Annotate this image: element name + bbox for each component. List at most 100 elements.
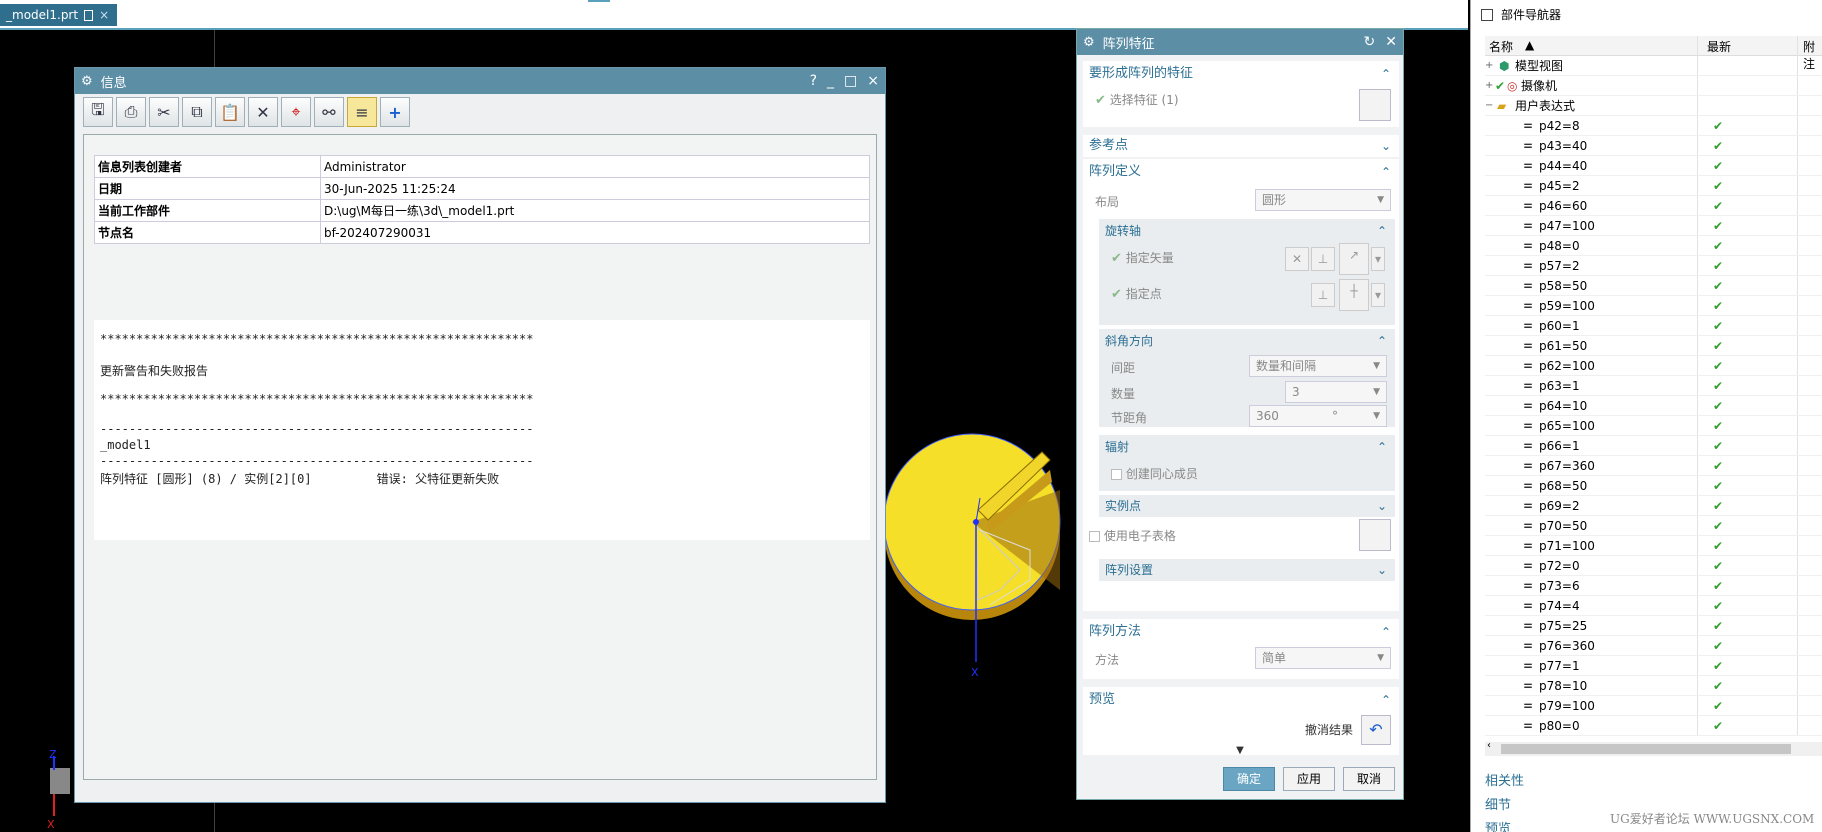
expression-row[interactable]: = p67=360 ✔	[1485, 456, 1822, 476]
wrap-icon[interactable]: ≡	[347, 97, 377, 127]
specify-vector-row[interactable]: ✔ 指定矢量	[1111, 249, 1174, 266]
expression-row[interactable]: = p80=0 ✔	[1485, 716, 1822, 736]
paste-icon[interactable]: 📋	[215, 97, 245, 127]
vector-type-icon[interactable]: ↗	[1339, 243, 1369, 275]
expression-row[interactable]: = p59=100 ✔	[1485, 296, 1822, 316]
expression-row[interactable]: = p70=50 ✔	[1485, 516, 1822, 536]
expression-row[interactable]: = p73=6 ✔	[1485, 576, 1822, 596]
count-input[interactable]: 3 ▼	[1285, 381, 1387, 403]
section-header[interactable]: 预览 ⌃	[1083, 687, 1399, 713]
expression-row[interactable]: = p77=1 ✔	[1485, 656, 1822, 676]
pattern-dialog-titlebar[interactable]: ⚙ 阵列特征 ↻ ✕	[1077, 29, 1403, 55]
expression-row[interactable]: = p63=1 ✔	[1485, 376, 1822, 396]
method-select[interactable]: 简单 ▼	[1255, 647, 1391, 669]
spreadsheet-icon[interactable]	[1359, 519, 1391, 551]
expression-row[interactable]: = p58=50 ✔	[1485, 276, 1822, 296]
select-feature-row[interactable]: ✔ 选择特征 (1)	[1095, 91, 1179, 108]
expression-row[interactable]: = p75=25 ✔	[1485, 616, 1822, 636]
section-header[interactable]: 阵列定义 ⌃	[1083, 159, 1399, 185]
cut-icon[interactable]: ✂	[149, 97, 179, 127]
3d-part-view[interactable]: X	[880, 430, 1080, 680]
binoculars-icon[interactable]: ⚯	[314, 97, 344, 127]
scroll-left-icon[interactable]: ‹	[1487, 740, 1491, 751]
panel-preview[interactable]: 预览	[1485, 818, 1511, 832]
expression-row[interactable]: = p44=40 ✔	[1485, 156, 1822, 176]
scroll-thumb[interactable]	[1501, 744, 1791, 754]
expand-icon[interactable]: +	[1485, 56, 1493, 76]
minimize-button[interactable]: _	[827, 73, 834, 89]
expand-icon[interactable]: +	[1485, 76, 1493, 96]
delete-icon[interactable]: ✕	[248, 97, 278, 127]
expression-row[interactable]: = p48=0 ✔	[1485, 236, 1822, 256]
subsection-header[interactable]: 旋转轴 ⌃	[1099, 219, 1395, 243]
expression-row[interactable]: = p62=100 ✔	[1485, 356, 1822, 376]
column-name[interactable]: 名称	[1489, 38, 1513, 55]
vector-dialog-icon[interactable]: ✕	[1285, 247, 1309, 271]
expression-row[interactable]: = p43=40 ✔	[1485, 136, 1822, 156]
info-window-titlebar[interactable]: ⚙ 信息 ? _ □ ×	[75, 68, 885, 94]
expression-row[interactable]: = p78=10 ✔	[1485, 676, 1822, 696]
use-spreadsheet-row[interactable]: 使用电子表格	[1089, 527, 1176, 544]
expression-row[interactable]: = p45=2 ✔	[1485, 176, 1822, 196]
point-type-icon[interactable]: ┼	[1339, 279, 1369, 311]
tab-close-icon[interactable]: ×	[99, 4, 109, 26]
layout-select[interactable]: 圆形 ▼	[1255, 189, 1391, 211]
subsection-header[interactable]: 实例点 ⌄	[1099, 495, 1395, 517]
close-button[interactable]: ×	[867, 73, 879, 89]
expression-row[interactable]: = p65=100 ✔	[1485, 416, 1822, 436]
expression-row[interactable]: = p71=100 ✔	[1485, 536, 1822, 556]
section-header[interactable]: 参考点 ⌄	[1083, 135, 1399, 157]
concentric-checkbox[interactable]	[1111, 469, 1122, 480]
section-header[interactable]: 要形成阵列的特征 ⌃	[1083, 61, 1399, 87]
expression-row[interactable]: = p66=1 ✔	[1485, 436, 1822, 456]
panel-dependencies[interactable]: 相关性	[1485, 770, 1524, 789]
subsection-header[interactable]: 辐射 ⌃	[1099, 435, 1395, 459]
expression-row[interactable]: = p79=100 ✔	[1485, 696, 1822, 716]
spreadsheet-checkbox[interactable]	[1089, 531, 1100, 542]
vector-axis-icon[interactable]: ⊥	[1311, 247, 1335, 271]
expression-row[interactable]: = p72=0 ✔	[1485, 556, 1822, 576]
column-latest[interactable]: 最新	[1707, 38, 1731, 55]
expression-row[interactable]: = p46=60 ✔	[1485, 196, 1822, 216]
section-header[interactable]: 阵列方法 ⌃	[1083, 619, 1399, 645]
copy-icon[interactable]: ⧉	[182, 97, 212, 127]
target-icon[interactable]: ⌖	[281, 97, 311, 127]
subsection-header[interactable]: 斜角方向 ⌃	[1099, 329, 1395, 353]
tree-node-user-expressions[interactable]: − ▰ 用户表达式	[1485, 96, 1822, 116]
create-concentric-row[interactable]: 创建同心成员	[1111, 465, 1198, 482]
expression-row[interactable]: = p76=360 ✔	[1485, 636, 1822, 656]
cancel-button[interactable]: 取消	[1343, 767, 1395, 791]
expression-row[interactable]: = p68=50 ✔	[1485, 476, 1822, 496]
collapse-icon[interactable]: −	[1485, 96, 1493, 116]
chevron-down-icon[interactable]: ▾	[1371, 283, 1385, 307]
pitch-input[interactable]: 360 ° ▼	[1249, 405, 1387, 427]
subsection-header[interactable]: 阵列设置 ⌄	[1099, 559, 1395, 581]
plus-icon[interactable]: +	[380, 97, 410, 127]
expression-row[interactable]: = p64=10 ✔	[1485, 396, 1822, 416]
navigator-hscroll[interactable]: ‹	[1485, 740, 1822, 756]
expression-row[interactable]: = p57=2 ✔	[1485, 256, 1822, 276]
document-tab[interactable]: _model1.prt ×	[0, 4, 118, 26]
expression-row[interactable]: = p61=50 ✔	[1485, 336, 1822, 356]
ok-button[interactable]: 确定	[1223, 767, 1275, 791]
maximize-button[interactable]: □	[844, 73, 857, 89]
close-icon[interactable]: ✕	[1385, 34, 1397, 50]
expression-row[interactable]: = p42=8 ✔	[1485, 116, 1822, 136]
tree-node-model-views[interactable]: + ⬢ 模型视图	[1485, 56, 1822, 76]
help-button[interactable]: ?	[810, 73, 817, 89]
chevron-down-icon[interactable]: ▾	[1371, 247, 1385, 271]
spacing-select[interactable]: 数量和间隔 ▼	[1249, 355, 1387, 377]
reset-icon[interactable]: ↻	[1364, 34, 1376, 50]
expression-row[interactable]: = p69=2 ✔	[1485, 496, 1822, 516]
expression-row[interactable]: = p47=100 ✔	[1485, 216, 1822, 236]
point-dialog-icon[interactable]: ⊥	[1311, 283, 1335, 307]
expression-row[interactable]: = p74=4 ✔	[1485, 596, 1822, 616]
tree-node-cameras[interactable]: + ✔ ◎ 摄像机	[1485, 76, 1822, 96]
specify-point-row[interactable]: ✔ 指定点	[1111, 285, 1162, 302]
undo-icon[interactable]: ↶	[1361, 715, 1391, 745]
expand-more-icon[interactable]: ▼	[1077, 745, 1403, 756]
panel-details[interactable]: 细节	[1485, 794, 1511, 813]
apply-button[interactable]: 应用	[1283, 767, 1335, 791]
print-icon[interactable]: ⎙	[116, 97, 146, 127]
report-text[interactable]: ****************************************…	[94, 320, 870, 540]
